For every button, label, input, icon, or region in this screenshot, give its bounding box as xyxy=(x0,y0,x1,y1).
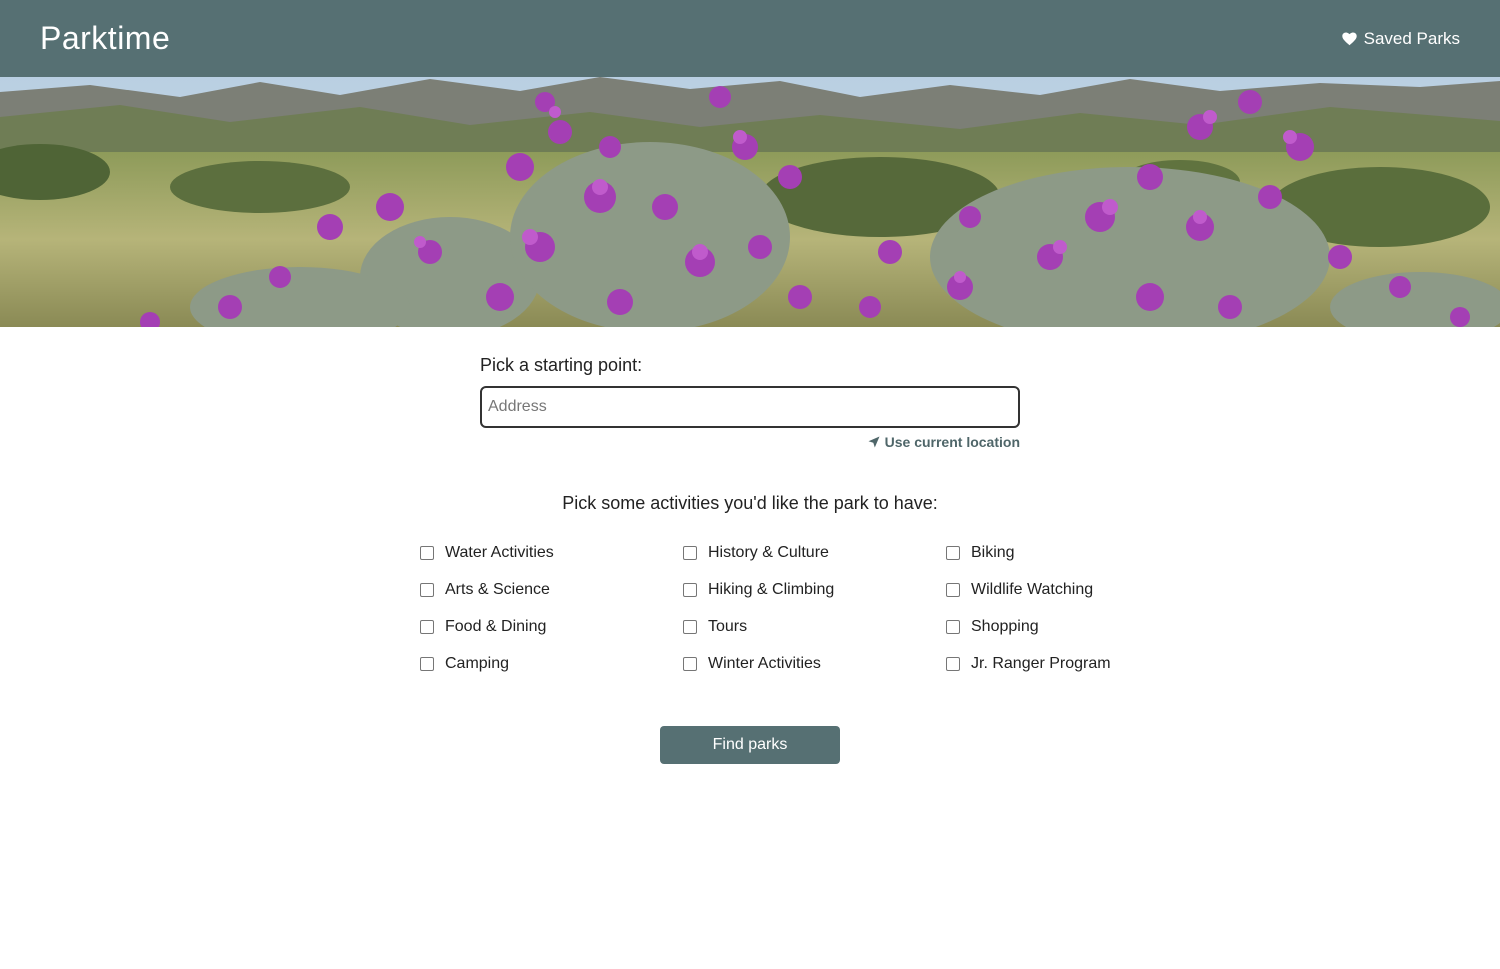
checkbox[interactable] xyxy=(946,546,960,560)
checkbox[interactable] xyxy=(946,657,960,671)
use-current-location-label: Use current location xyxy=(884,434,1020,450)
activity-label: Arts & Science xyxy=(445,581,550,598)
activities-grid: Water Activities History & Culture Bikin… xyxy=(420,542,1140,675)
activity-option-water-activities[interactable]: Water Activities xyxy=(420,542,683,564)
activity-label: Jr. Ranger Program xyxy=(971,655,1111,672)
activity-option-wildlife-watching[interactable]: Wildlife Watching xyxy=(946,579,1140,601)
saved-parks-label: Saved Parks xyxy=(1363,28,1460,48)
activity-label: Camping xyxy=(445,655,510,672)
activity-option-tours[interactable]: Tours xyxy=(683,616,946,638)
activity-label: Biking xyxy=(971,544,1015,561)
activity-label: Food & Dining xyxy=(445,618,547,635)
activity-label: Winter Activities xyxy=(708,655,821,672)
activity-option-biking[interactable]: Biking xyxy=(946,542,1140,564)
checkbox[interactable] xyxy=(946,620,960,634)
saved-parks-link[interactable]: Saved Parks xyxy=(1341,28,1460,49)
checkbox[interactable] xyxy=(420,546,434,560)
wildflower-landscape-image xyxy=(0,77,1500,327)
activity-option-history-culture[interactable]: History & Culture xyxy=(683,542,946,564)
activity-label: Hiking & Climbing xyxy=(708,581,835,598)
brand-logo[interactable]: Parktime xyxy=(40,20,170,57)
activity-option-jr-ranger-program[interactable]: Jr. Ranger Program xyxy=(946,653,1140,675)
hero-banner xyxy=(0,77,1500,327)
activity-label: History & Culture xyxy=(708,544,829,561)
checkbox[interactable] xyxy=(683,620,697,634)
use-current-location-link[interactable]: Use current location xyxy=(480,434,1020,450)
activity-option-shopping[interactable]: Shopping xyxy=(946,616,1140,638)
heart-icon xyxy=(1341,31,1357,45)
checkbox[interactable] xyxy=(683,657,697,671)
location-arrow-icon xyxy=(868,436,880,448)
activity-option-food-dining[interactable]: Food & Dining xyxy=(420,616,683,638)
starting-point-section: Pick a starting point: Use current locat… xyxy=(480,355,1020,450)
top-navbar: Parktime Saved Parks xyxy=(0,0,1500,77)
activity-label: Wildlife Watching xyxy=(971,581,1094,598)
address-input[interactable] xyxy=(480,386,1020,428)
activity-option-camping[interactable]: Camping xyxy=(420,653,683,675)
checkbox[interactable] xyxy=(683,583,697,597)
activity-label: Tours xyxy=(708,618,748,635)
activity-option-arts-science[interactable]: Arts & Science xyxy=(420,579,683,601)
checkbox[interactable] xyxy=(683,546,697,560)
starting-point-label: Pick a starting point: xyxy=(480,355,643,375)
activity-option-hiking-climbing[interactable]: Hiking & Climbing xyxy=(683,579,946,601)
find-parks-button[interactable]: Find parks xyxy=(660,726,840,764)
checkbox[interactable] xyxy=(946,583,960,597)
activity-label: Shopping xyxy=(971,618,1039,635)
checkbox[interactable] xyxy=(420,657,434,671)
activity-option-winter-activities[interactable]: Winter Activities xyxy=(683,653,946,675)
checkbox[interactable] xyxy=(420,583,434,597)
checkbox[interactable] xyxy=(420,620,434,634)
activities-heading: Pick some activities you'd like the park… xyxy=(562,493,938,513)
activity-label: Water Activities xyxy=(445,544,554,561)
